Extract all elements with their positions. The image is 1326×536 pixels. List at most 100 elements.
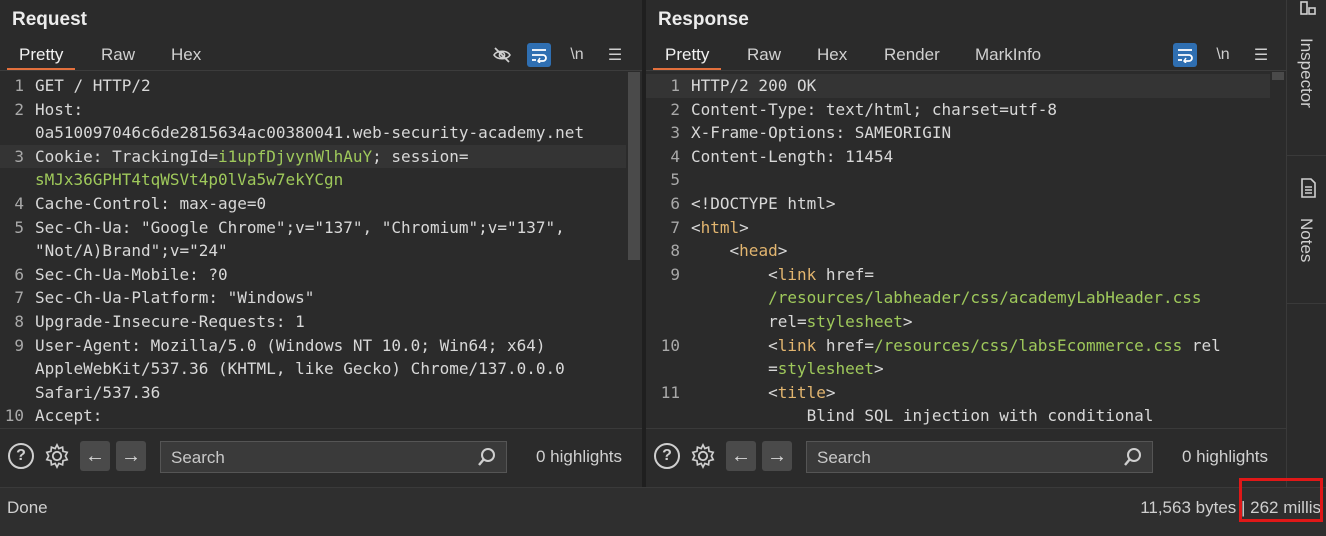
line-content: AppleWebKit/537.36 (KHTML, like Gecko) C…: [35, 359, 565, 379]
line-number: 4: [14, 194, 24, 213]
request-search-input[interactable]: [169, 442, 478, 474]
response-search-input[interactable]: [815, 442, 1124, 474]
line-number: 7: [14, 288, 24, 308]
tab-raw[interactable]: Raw: [747, 40, 781, 70]
code-line[interactable]: =stylesheet>: [646, 357, 1270, 381]
settings-gear-icon[interactable]: [690, 442, 716, 470]
help-icon[interactable]: ?: [8, 443, 34, 469]
sidebar-item-notes[interactable]: Notes: [1296, 218, 1316, 262]
line-content: Accept:: [35, 406, 103, 426]
tab-markinfo[interactable]: MarkInfo: [975, 40, 1041, 70]
code-line[interactable]: 1 GET / HTTP/2: [0, 74, 626, 98]
response-footer: ? ← → 0 highlights: [646, 428, 1286, 487]
line-number: 2: [670, 99, 680, 119]
tab-hex[interactable]: Hex: [171, 40, 201, 70]
code-line[interactable]: sMJx36GPHT4tqWSVt4p0lVa5w7ekYCgn: [0, 168, 626, 192]
response-editor[interactable]: 1 HTTP/2 200 OK 2 Content-Type: text/html; …: [646, 72, 1286, 427]
tab-pretty[interactable]: Pretty: [652, 40, 722, 71]
tab-hex[interactable]: Hex: [817, 40, 847, 70]
search-icon[interactable]: [1122, 446, 1144, 468]
line-content: Cookie: TrackingId=i1upfDjvynWlhAuY; ses…: [35, 146, 469, 166]
previous-arrow-icon[interactable]: ←: [726, 441, 756, 471]
code-line[interactable]: AppleWebKit/537.36 (KHTML, like Gecko) C…: [0, 357, 626, 381]
code-line[interactable]: 9 <link href=: [646, 263, 1270, 287]
line-content: =stylesheet>: [691, 359, 884, 379]
line-number: 11: [660, 382, 680, 402]
code-line[interactable]: 6 <!DOCTYPE html>: [646, 192, 1270, 216]
right-sidebar: Inspector Notes: [1286, 0, 1326, 487]
code-line[interactable]: 5: [646, 168, 1270, 192]
line-content: "Not/A)Brand";v="24": [35, 241, 228, 261]
newline-toggle[interactable]: \n: [565, 43, 589, 67]
line-content: Content-Length: 11454: [691, 146, 894, 166]
settings-gear-icon[interactable]: [44, 442, 70, 470]
code-line[interactable]: /resources/labheader/css/academyLabHeade…: [646, 286, 1270, 310]
line-content: Host:: [35, 99, 84, 119]
line-content: <html>: [691, 217, 749, 237]
menu-icon[interactable]: ☰: [1249, 43, 1273, 67]
tab-pretty[interactable]: Pretty: [6, 40, 76, 71]
code-line[interactable]: 2 Host:: [0, 98, 626, 122]
request-scrollbar[interactable]: [628, 72, 640, 260]
newline-toggle[interactable]: \n: [1211, 43, 1235, 67]
code-line[interactable]: 6 Sec-Ch-Ua-Mobile: ?0: [0, 263, 626, 287]
line-content: 0a510097046c6de2815634ac00380041.web-sec…: [35, 123, 585, 143]
code-line[interactable]: 10 <link href=/resources/css/labsEcommer…: [646, 334, 1270, 358]
inspector-icon[interactable]: [1299, 0, 1317, 18]
tab-raw[interactable]: Raw: [101, 40, 135, 70]
line-number: 9: [670, 264, 680, 284]
word-wrap-icon[interactable]: [1173, 43, 1197, 67]
response-search: [806, 441, 1153, 474]
code-line[interactable]: 9 User-Agent: Mozilla/5.0 (Windows NT 10.…: [0, 334, 626, 358]
notes-icon[interactable]: [1299, 178, 1317, 198]
code-line[interactable]: 4 Content-Length: 11454: [646, 145, 1270, 169]
code-line[interactable]: 11 <title>: [646, 381, 1270, 405]
previous-arrow-icon[interactable]: ←: [80, 441, 110, 471]
line-number: 1: [670, 76, 680, 95]
line-content: rel=stylesheet>: [691, 312, 913, 331]
code-line[interactable]: 4 Cache-Control: max-age=0: [0, 192, 626, 216]
line-content: Sec-Ch-Ua: "Google Chrome";v="137", "Chr…: [35, 217, 565, 237]
code-line[interactable]: 3 X-Frame-Options: SAMEORIGIN: [646, 121, 1270, 145]
code-line[interactable]: 1 HTTP/2 200 OK: [646, 74, 1270, 98]
code-line[interactable]: 3 Cookie: TrackingId=i1upfDjvynWlhAuY; se…: [0, 144, 626, 169]
word-wrap-icon[interactable]: [527, 43, 551, 67]
line-number: 10: [4, 406, 24, 426]
line-number: 10: [660, 335, 680, 355]
line-number: 3: [14, 146, 24, 166]
line-number: 9: [14, 335, 24, 355]
line-content: Blind SQL injection with conditional: [691, 406, 1154, 426]
search-icon[interactable]: [476, 446, 498, 468]
code-line[interactable]: 5 Sec-Ch-Ua: "Google Chrome";v="137", "Ch…: [0, 216, 626, 240]
line-content: /resources/labheader/css/academyLabHeade…: [691, 288, 1202, 308]
line-number: 4: [670, 146, 680, 166]
tab-render[interactable]: Render: [884, 40, 940, 70]
code-line[interactable]: 8 Upgrade-Insecure-Requests: 1: [0, 310, 626, 334]
code-line[interactable]: 7 <html>: [646, 216, 1270, 240]
code-line[interactable]: Blind SQL injection with conditional: [646, 404, 1270, 427]
help-icon[interactable]: ?: [654, 443, 680, 469]
code-line[interactable]: 10 Accept:: [0, 404, 626, 427]
sidebar-item-inspector[interactable]: Inspector: [1296, 38, 1316, 108]
response-scrollbar[interactable]: [1272, 72, 1284, 80]
eye-off-icon[interactable]: [490, 43, 514, 67]
line-content: Upgrade-Insecure-Requests: 1: [35, 312, 305, 331]
line-content: Content-Type: text/html; charset=utf-8: [691, 99, 1058, 119]
tab-divider: [0, 70, 642, 71]
request-editor[interactable]: 1 GET / HTTP/2 2 Host: 0a510097046c6de281563…: [0, 72, 642, 427]
next-arrow-icon[interactable]: →: [116, 441, 146, 471]
status-bar: Done 11,563 bytes | 262 millis: [0, 487, 1326, 536]
request-title: Request: [12, 9, 87, 30]
code-line[interactable]: 7 Sec-Ch-Ua-Platform: "Windows": [0, 286, 626, 310]
menu-icon[interactable]: ☰: [603, 43, 627, 67]
next-arrow-icon[interactable]: →: [762, 441, 792, 471]
line-content: User-Agent: Mozilla/5.0 (Windows NT 10.0…: [35, 335, 546, 355]
line-number: 2: [14, 99, 24, 119]
code-line[interactable]: Safari/537.36: [0, 381, 626, 405]
code-line[interactable]: rel=stylesheet>: [646, 310, 1270, 334]
code-line[interactable]: 0a510097046c6de2815634ac00380041.web-sec…: [0, 121, 626, 145]
code-line[interactable]: 8 <head>: [646, 239, 1270, 263]
line-content: Sec-Ch-Ua-Mobile: ?0: [35, 264, 228, 284]
code-line[interactable]: 2 Content-Type: text/html; charset=utf-8: [646, 98, 1270, 122]
code-line[interactable]: "Not/A)Brand";v="24": [0, 239, 626, 263]
